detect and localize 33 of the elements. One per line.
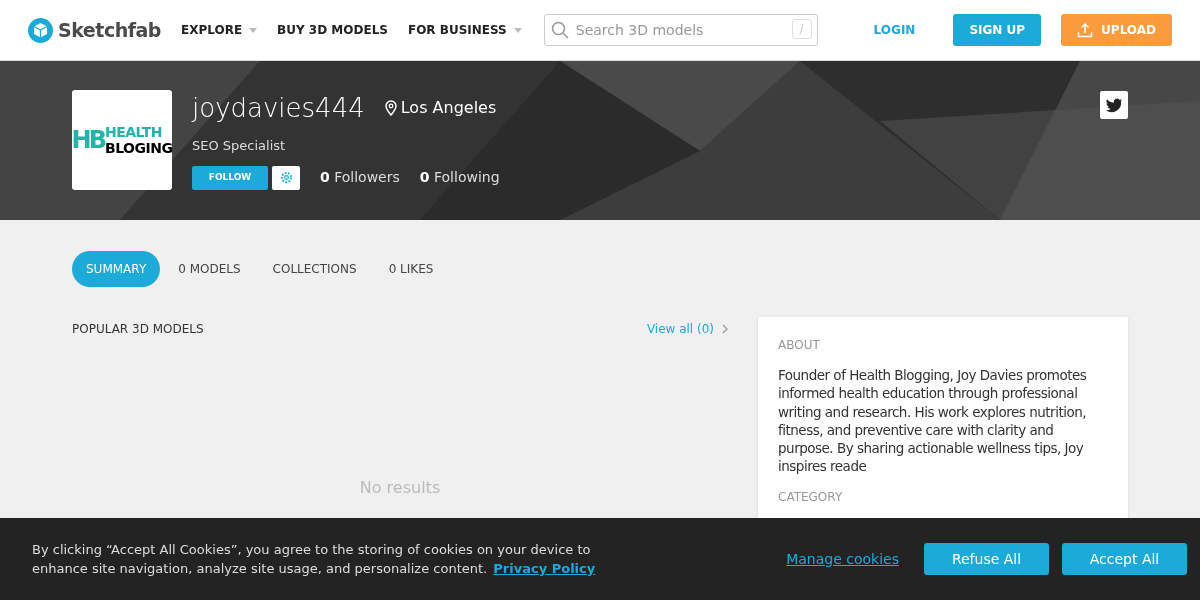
caret-icon bbox=[249, 27, 258, 33]
location-text: Los Angeles bbox=[400, 97, 497, 119]
about-text: Founder of Health Blogging, Joy Davies promotes informed health education through professional writing and research. His work explores nutrition, fitness, and preventive care with clarity and purpose. By sharing actionable wellness tips, Joy inspires reade bbox=[778, 366, 1088, 476]
username: joydavies444 bbox=[192, 91, 365, 125]
about-heading: ABOUT bbox=[778, 337, 821, 354]
followers-count[interactable]: 0 Followers bbox=[320, 167, 400, 188]
settings-icon bbox=[279, 171, 293, 184]
cookie-text: By clicking “Accept All Cookies”, you agree to the storing of cookies on your device to enhance site navigation, analyze site usage, and personalize content. Privacy Policy bbox=[32, 541, 597, 578]
user-title: SEO Specialist bbox=[192, 137, 287, 155]
upload-icon bbox=[1077, 22, 1094, 38]
profile-tab[interactable]: COLLECTIONS bbox=[258, 251, 371, 287]
nav-link[interactable]: FOR BUSINESS bbox=[407, 21, 522, 39]
nav-link[interactable]: EXPLORE bbox=[181, 21, 258, 39]
manage-cookies-link[interactable]: Manage cookies bbox=[786, 548, 899, 570]
settings-button[interactable] bbox=[272, 165, 300, 190]
privacy-policy-link[interactable]: Privacy Policy bbox=[493, 561, 596, 576]
shortcut-key: / bbox=[791, 19, 812, 39]
brand-name[interactable]: Sketchfab bbox=[58, 15, 161, 45]
section-heading: POPULAR 3D MODELS bbox=[72, 321, 204, 338]
location-pin-icon bbox=[384, 100, 397, 116]
logo-text: HEALTH bbox=[105, 124, 163, 140]
chevron-right-icon bbox=[722, 324, 728, 334]
logo-text: BLOGING bbox=[105, 140, 173, 156]
twitter-icon[interactable] bbox=[1100, 91, 1128, 119]
profile-tab[interactable]: 0 MODELS bbox=[164, 251, 255, 287]
nav-link[interactable]: BUY 3D MODELS bbox=[277, 21, 388, 39]
cube-logo-icon bbox=[28, 17, 53, 43]
profile-tab[interactable]: 0 LIKES bbox=[374, 251, 448, 287]
search-icon bbox=[550, 21, 569, 39]
caret-icon bbox=[513, 27, 522, 33]
logo-mark: HB bbox=[71, 125, 104, 156]
following-count[interactable]: 0 Following bbox=[419, 167, 500, 188]
category-heading: CATEGORY bbox=[778, 488, 844, 506]
